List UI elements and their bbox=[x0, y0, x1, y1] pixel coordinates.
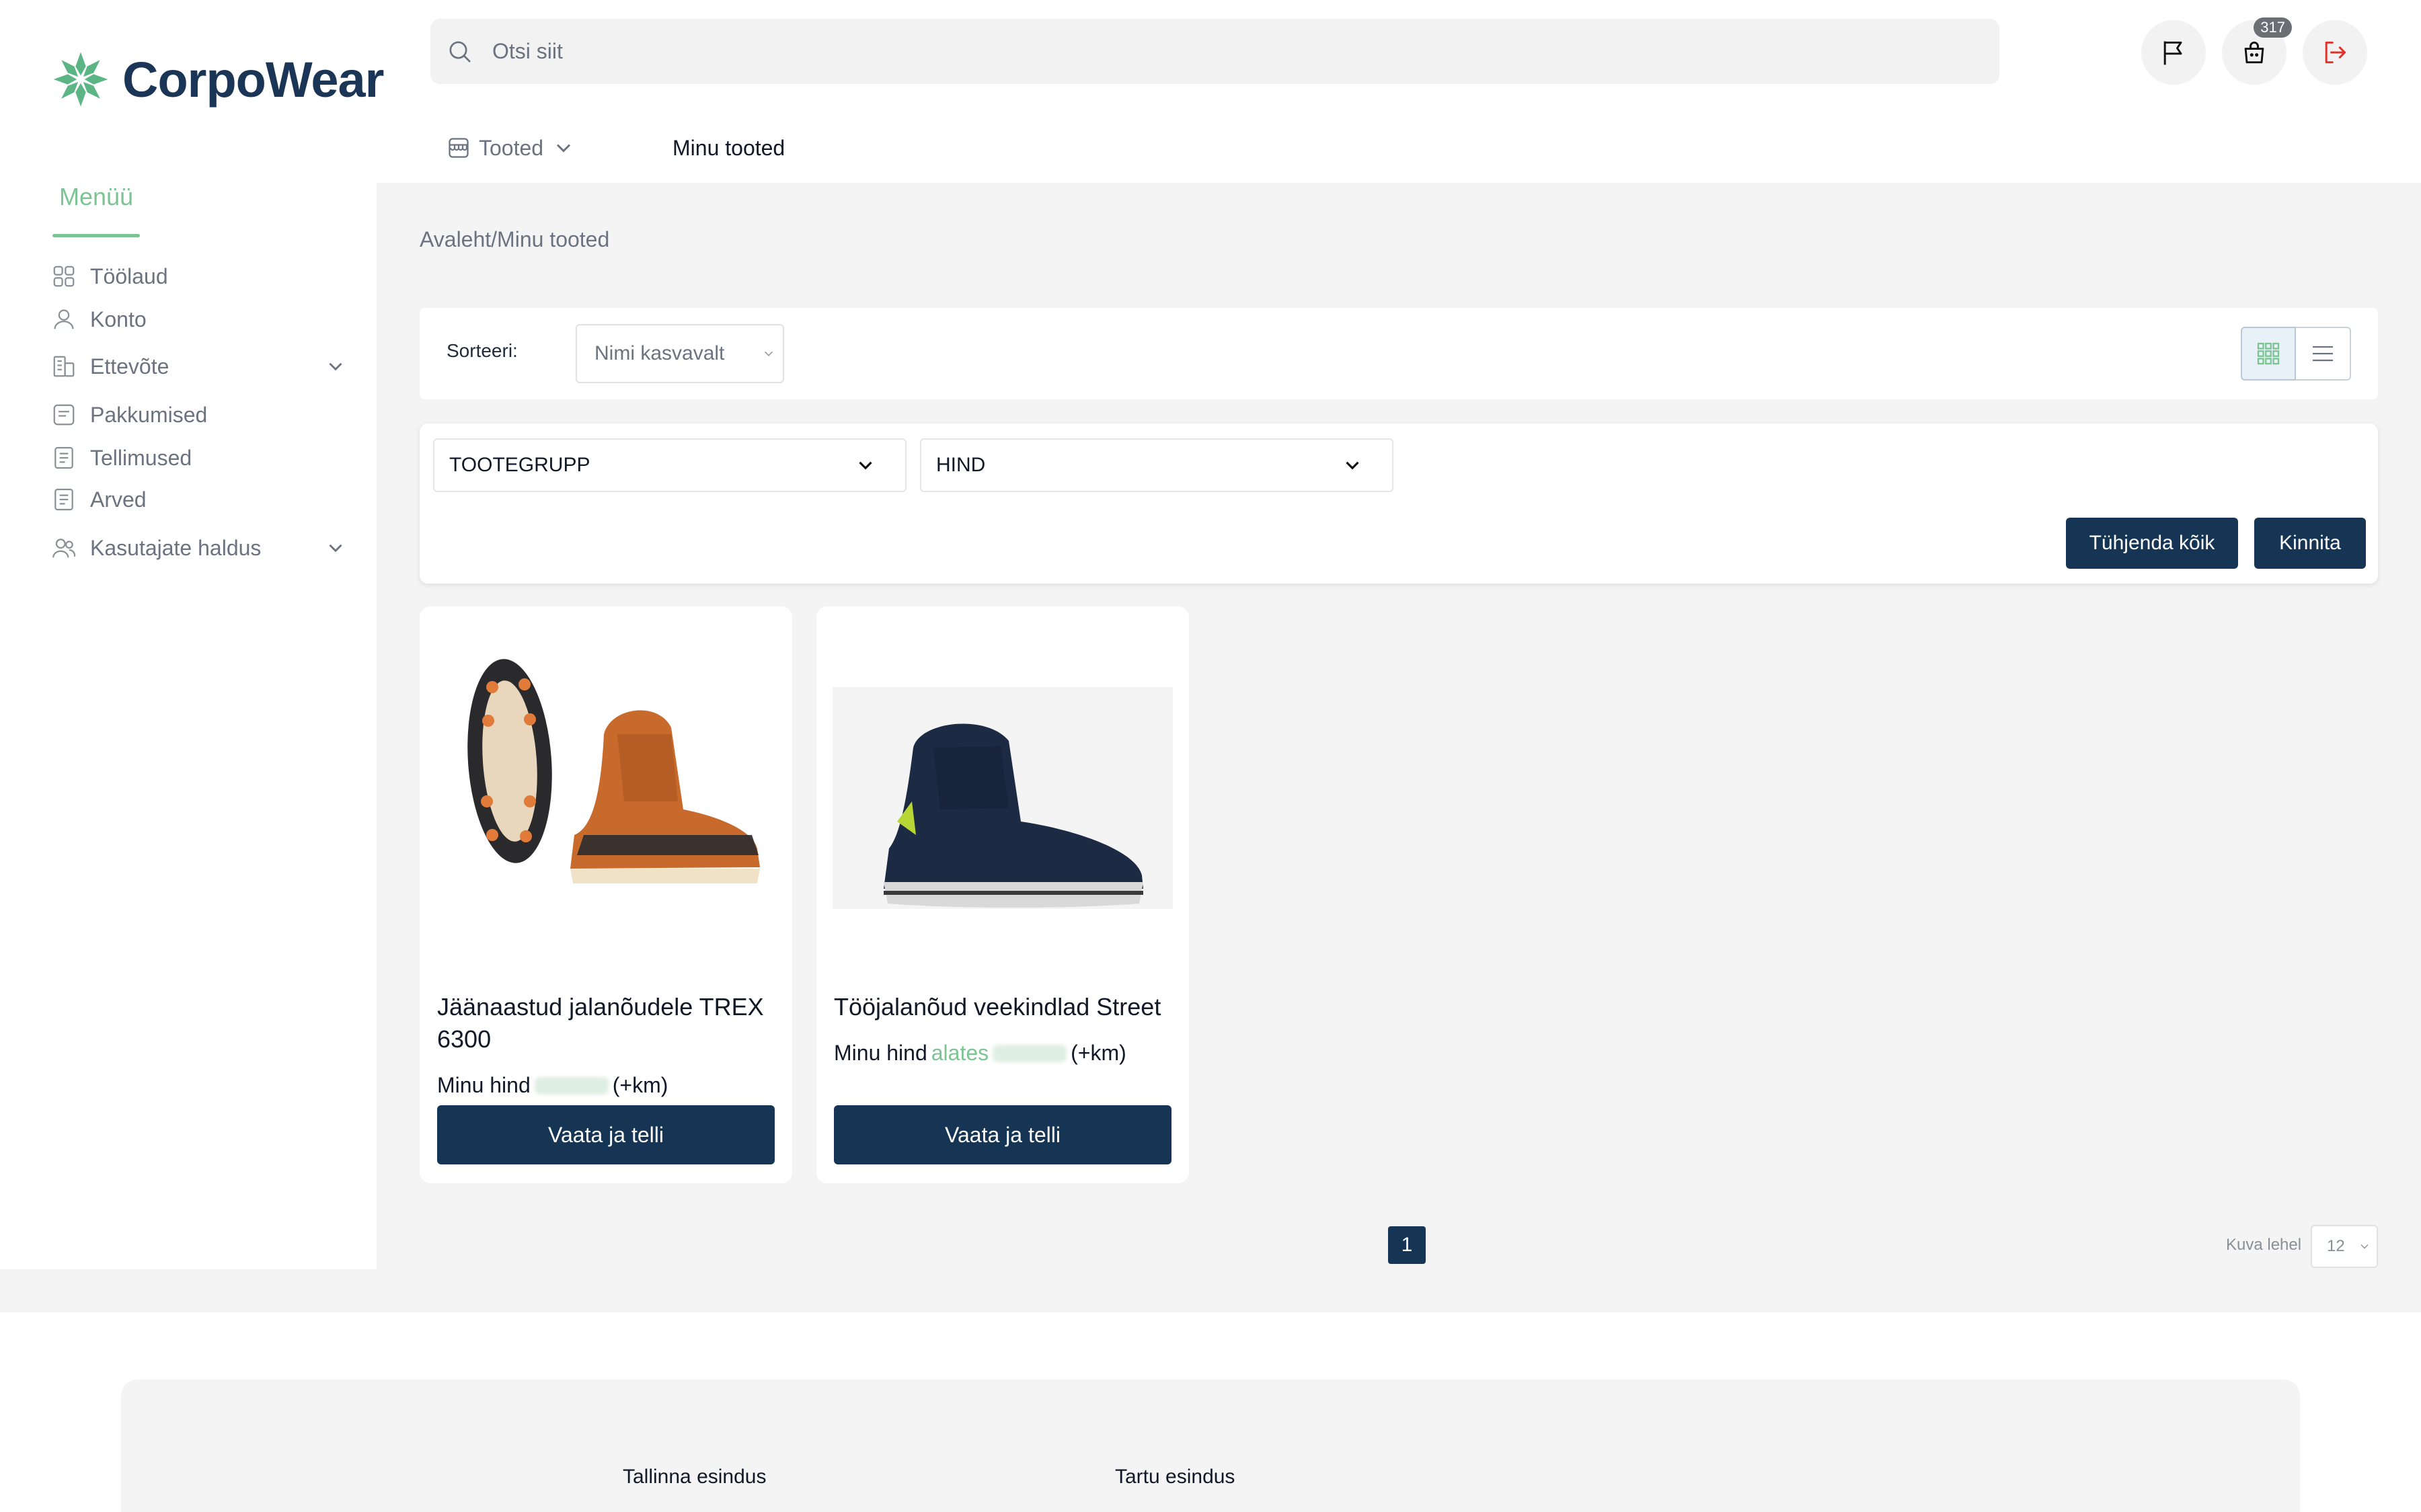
list-view-button[interactable] bbox=[2296, 327, 2351, 381]
product-image-work-boot[interactable] bbox=[833, 633, 1173, 922]
chevron-down-icon bbox=[859, 461, 872, 470]
logo[interactable]: CorpoWear bbox=[48, 46, 384, 113]
breadcrumb: Avaleht/Minu tooted bbox=[420, 227, 609, 252]
document-icon bbox=[54, 488, 73, 511]
logout-button[interactable] bbox=[2303, 20, 2367, 85]
flag-icon bbox=[2163, 41, 2182, 65]
sidebar-item-label: Ettevõte bbox=[90, 354, 169, 379]
logout-icon bbox=[2325, 41, 2346, 64]
grid-view-button[interactable] bbox=[2241, 327, 2296, 381]
price-filter[interactable]: HIND bbox=[920, 438, 1393, 492]
clear-all-button[interactable]: Tühjenda kõik bbox=[2066, 518, 2238, 569]
sidebar-item-label: Tellimused bbox=[90, 445, 192, 470]
cart-count-badge: 317 bbox=[2254, 17, 2292, 38]
sidebar-item-label: Kasutajate haldus bbox=[90, 535, 262, 560]
search-icon bbox=[449, 41, 471, 63]
chevron-down-icon[interactable] bbox=[324, 536, 347, 559]
logo-mark-icon bbox=[53, 52, 108, 107]
tab-my-products[interactable]: Minu tooted bbox=[672, 136, 785, 161]
sort-label: Sorteeri: bbox=[447, 340, 518, 361]
footer-separator bbox=[0, 1269, 2421, 1312]
sidebar-item-label: Konto bbox=[90, 307, 147, 331]
per-page-label: Kuva lehel bbox=[2226, 1236, 2302, 1254]
price-from: alates bbox=[931, 1041, 989, 1065]
breadcrumb-current: Minu tooted bbox=[497, 227, 610, 251]
store-icon bbox=[449, 138, 469, 158]
cart-icon bbox=[2244, 41, 2264, 64]
sidebar-item-user-management[interactable]: Kasutajate haldus bbox=[51, 535, 347, 561]
chevron-down-icon[interactable] bbox=[324, 355, 347, 378]
product-group-filter-label: TOOTEGRUPP bbox=[449, 454, 590, 476]
product-name[interactable]: Tööjalanõud veekindlad Street bbox=[834, 991, 1170, 1023]
price-suffix: (+km) bbox=[612, 1073, 668, 1097]
footer-office-tallinn: Tallinna esindus bbox=[623, 1466, 767, 1488]
menu-title[interactable]: Menüü bbox=[59, 183, 133, 211]
product-price: Minu hind alates (+km) bbox=[834, 1041, 1126, 1066]
sidebar-item-label: Arved bbox=[90, 487, 147, 512]
price-prefix: Minu hind bbox=[834, 1041, 927, 1065]
sidebar-item-label: Töölaud bbox=[90, 264, 168, 288]
price-filter-label: HIND bbox=[936, 454, 986, 476]
document-icon bbox=[53, 404, 75, 426]
footer: Tallinna esindus Tartu esindus bbox=[121, 1380, 2300, 1512]
chevron-down-icon bbox=[2360, 1244, 2369, 1249]
price-prefix: Minu hind bbox=[437, 1073, 531, 1097]
product-name[interactable]: Jäänaastud jalanõudele TREX 6300 bbox=[437, 991, 773, 1056]
product-image-ice-cleats[interactable] bbox=[436, 633, 776, 922]
product-card[interactable]: Tööjalanõud veekindlad Street Minu hind … bbox=[816, 606, 1189, 1183]
sidebar-item-orders[interactable]: Tellimused bbox=[51, 445, 347, 471]
blurred-price bbox=[993, 1044, 1067, 1062]
view-toggle bbox=[2241, 327, 2351, 381]
logo-text: CorpoWear bbox=[122, 51, 384, 108]
chevron-down-icon bbox=[557, 144, 571, 153]
main-content: Avaleht/Minu tooted Sorteeri: Nimi kasva… bbox=[377, 183, 2421, 1269]
sidebar-item-company[interactable]: Ettevõte bbox=[51, 354, 347, 379]
sidebar-item-account[interactable]: Konto bbox=[51, 307, 347, 332]
sort-select[interactable]: Nimi kasvavalt bbox=[576, 324, 784, 383]
cart-button[interactable]: 317 bbox=[2222, 17, 2292, 85]
document-icon bbox=[54, 446, 73, 469]
filter-panel: TOOTEGRUPP HIND Tühjenda kõik Kinnita bbox=[420, 424, 2378, 584]
sidebar-item-invoices[interactable]: Arved bbox=[51, 487, 347, 512]
breadcrumb-separator: / bbox=[491, 227, 498, 251]
sidebar-item-dashboard[interactable]: Töölaud bbox=[51, 264, 347, 289]
footer-office-tartu: Tartu esindus bbox=[1115, 1466, 1235, 1488]
tab-products-label: Tooted bbox=[479, 135, 544, 160]
sort-bar: Sorteeri: Nimi kasvavalt bbox=[420, 308, 2378, 399]
menu-underline bbox=[52, 234, 140, 237]
company-icon bbox=[53, 356, 75, 377]
confirm-button[interactable]: Kinnita bbox=[2254, 518, 2366, 569]
users-icon bbox=[52, 539, 76, 558]
sidebar-item-offers[interactable]: Pakkumised bbox=[51, 402, 347, 428]
chevron-down-icon bbox=[1346, 461, 1359, 470]
view-and-order-button[interactable]: Vaata ja telli bbox=[834, 1105, 1171, 1164]
product-card[interactable]: Jäänaastud jalanõudele TREX 6300 Minu hi… bbox=[420, 606, 792, 1183]
per-page-select[interactable]: 12 bbox=[2311, 1225, 2378, 1268]
blurred-price bbox=[534, 1076, 609, 1095]
dashboard-icon bbox=[53, 266, 75, 287]
sidebar: Menüü Töölaud Konto Ettevõte Pakkumised … bbox=[0, 183, 377, 1269]
view-and-order-button[interactable]: Vaata ja telli bbox=[437, 1105, 775, 1164]
tab-products[interactable]: Tooted bbox=[447, 136, 576, 161]
product-price: Minu hind (+km) bbox=[437, 1073, 668, 1098]
search-bar[interactable] bbox=[430, 19, 1999, 84]
user-icon bbox=[54, 309, 74, 329]
pagination-page-1[interactable]: 1 bbox=[1388, 1226, 1426, 1264]
sidebar-item-label: Pakkumised bbox=[90, 402, 208, 427]
per-page-value: 12 bbox=[2327, 1237, 2345, 1255]
product-group-filter[interactable]: TOOTEGRUPP bbox=[433, 438, 907, 492]
sort-selected-value: Nimi kasvavalt bbox=[594, 342, 725, 364]
search-input[interactable] bbox=[492, 39, 1905, 64]
top-navigation: Tooted Minu tooted bbox=[447, 128, 785, 168]
chevron-down-icon bbox=[764, 351, 773, 356]
price-suffix: (+km) bbox=[1071, 1041, 1126, 1065]
grid-icon bbox=[2257, 342, 2280, 365]
list-icon bbox=[2313, 346, 2333, 362]
breadcrumb-home[interactable]: Avaleht bbox=[420, 227, 491, 251]
flag-button[interactable] bbox=[2141, 20, 2206, 85]
